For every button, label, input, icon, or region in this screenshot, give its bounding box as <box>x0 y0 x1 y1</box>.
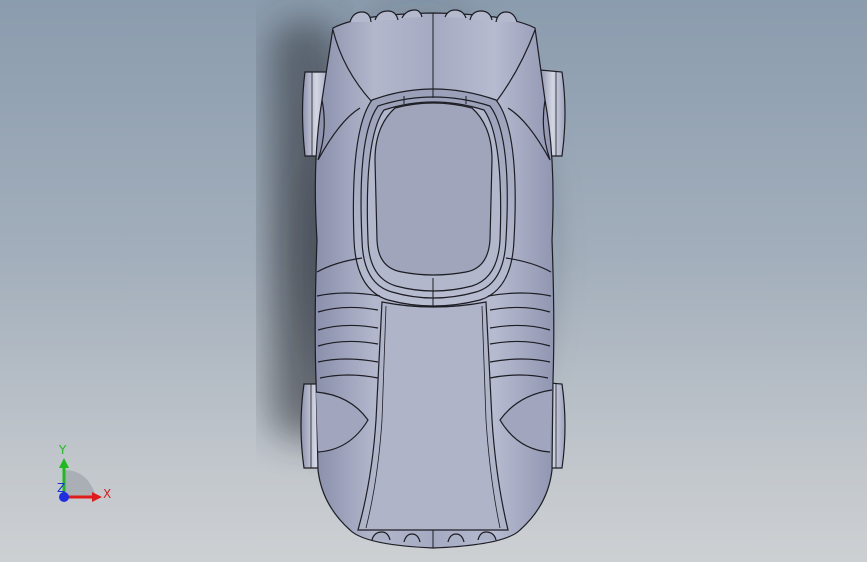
x-axis-arrow-icon <box>92 492 102 502</box>
cockpit-window[interactable] <box>374 102 493 276</box>
model-viewport[interactable] <box>0 0 867 562</box>
triad-z-label: Z <box>57 481 65 495</box>
axis-triad: X Y Z <box>57 443 111 502</box>
car-body[interactable] <box>300 9 566 549</box>
triad-x-label: X <box>103 487 111 501</box>
y-axis-arrow-icon <box>59 458 69 468</box>
triad-plane-indicator <box>64 470 96 497</box>
triad-y-label: Y <box>58 443 67 457</box>
